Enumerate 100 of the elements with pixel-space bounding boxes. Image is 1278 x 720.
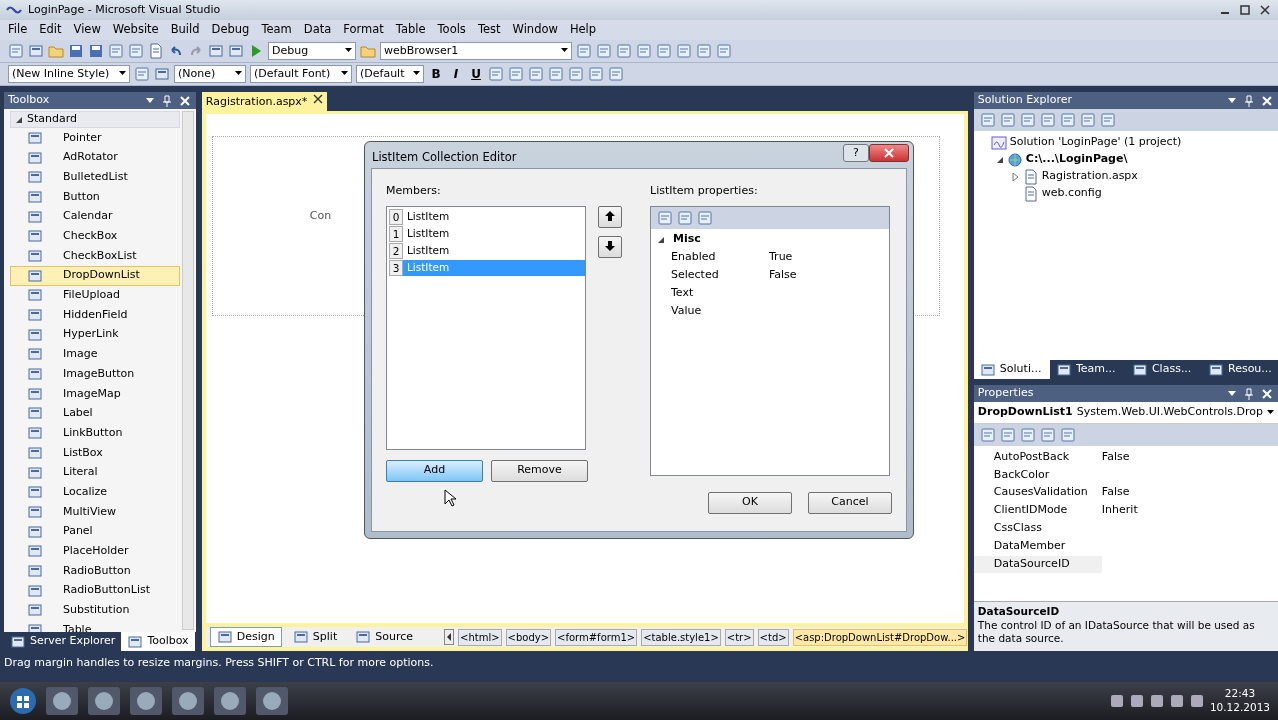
close-icon[interactable] [1260,93,1274,108]
toolbox-item[interactable]: Calendar [10,206,180,227]
remove-button[interactable]: Remove [491,459,588,482]
pin-icon[interactable] [1242,93,1256,108]
toolbox-item[interactable]: FileUpload [10,285,180,306]
toolbox-item[interactable]: ListBox [10,443,180,463]
menu-item[interactable]: Help [563,21,603,39]
tray-icon[interactable] [1169,694,1184,708]
scroll-left-icon[interactable] [444,629,454,645]
toolbar-icon[interactable] [676,43,692,59]
bold-button[interactable]: B [428,65,444,83]
toolbox-item[interactable]: RadioButton [10,561,180,581]
property-value[interactable]: Inherit [1101,502,1138,519]
property-name[interactable]: DataMember [973,538,1102,555]
find-icon[interactable] [360,43,376,59]
menu-item[interactable]: Data [297,21,338,39]
property-name[interactable]: Text [651,284,769,302]
property-name[interactable]: AutoPostBack [973,448,1102,466]
toolbox-item[interactable]: AdRotator [10,147,180,168]
menu-item[interactable]: Tools [431,21,472,39]
toolbox-item[interactable]: Pointer [10,128,180,148]
toolbar-icon[interactable] [608,66,624,82]
view-tab[interactable]: Split [285,626,345,648]
italic-button[interactable]: I [448,65,464,83]
toolbox-item[interactable]: DropDownList [10,265,180,286]
list-item[interactable]: ListItem [403,243,585,259]
font-size-dropdown[interactable]: (Default [356,65,424,83]
menu-item[interactable]: Build [164,21,206,39]
toolbox-item[interactable]: Panel [10,521,180,542]
menu-item[interactable]: View [67,21,107,39]
property-name[interactable]: Enabled [651,249,769,266]
menu-item[interactable]: Edit [33,21,68,39]
property-name[interactable]: CssClass [973,520,1102,537]
toolbox-item[interactable]: Image [10,344,180,365]
view-tab[interactable]: Source [348,626,420,648]
close-icon[interactable] [1258,4,1272,16]
toolbox-item[interactable]: HyperLink [10,324,180,345]
breadcrumb[interactable]: <body> [505,628,552,646]
property-name[interactable]: Value [651,302,769,320]
toolbox-item[interactable]: ImageButton [10,364,180,384]
view-tab[interactable]: Design [209,626,282,648]
block-format-dropdown[interactable]: (None) [174,65,246,83]
menu-item[interactable]: File [2,21,34,39]
style-dropdown[interactable]: (New Inline Style) [8,65,130,83]
object-selector[interactable]: DropDownList1 System.Web.UI.WebControls.Drop [973,402,1278,424]
toolbox-item[interactable]: Button [10,187,180,207]
menu-item[interactable]: Format [337,21,390,39]
property-name[interactable]: CausesValidation [973,484,1102,501]
toolbar-icon[interactable] [1019,112,1036,128]
window-tab[interactable]: Server Explorer [4,632,122,651]
expanded-icon[interactable] [995,155,1004,164]
property-name[interactable]: Selected [651,267,769,284]
find-dropdown[interactable]: webBrowser1 [380,42,572,60]
toolbox-item[interactable]: Literal [10,462,180,483]
close-button[interactable] [869,144,909,162]
close-icon[interactable] [313,94,324,104]
menu-item[interactable]: Window [506,21,564,39]
property-name[interactable]: ClientIDMode [973,502,1102,519]
toolbar-icon[interactable] [696,43,712,59]
toolbox-item[interactable]: Substitution [10,600,180,621]
maximize-icon[interactable] [1238,4,1252,16]
pin-icon[interactable] [1242,386,1256,401]
window-tab[interactable]: Class... [1125,360,1202,379]
property-name[interactable]: DataSourceID [973,556,1102,573]
menu-item[interactable]: Test [471,21,507,39]
property-value[interactable]: False [1101,484,1130,501]
menu-item[interactable]: Debug [205,21,256,39]
list-item[interactable]: ListItem [403,209,585,225]
menu-item[interactable]: Website [106,21,165,39]
property-value[interactable]: True [769,249,793,266]
close-icon[interactable] [177,93,192,108]
toolbox-item[interactable]: Localize [10,482,180,503]
breadcrumb[interactable]: <html> [458,628,502,646]
move-up-button[interactable] [598,205,622,228]
toolbox-item[interactable]: MultiView [10,502,180,522]
toolbar-icon[interactable] [576,43,592,59]
toolbox-item[interactable]: RadioButtonList [10,580,180,601]
start-button-icon[interactable] [8,686,38,716]
font-dropdown[interactable]: (Default Font) [250,65,352,83]
toolbar-icon[interactable] [716,43,732,59]
toolbar-icon[interactable] [1059,112,1076,128]
tray-icon[interactable] [1189,694,1204,708]
collapsed-icon[interactable] [1011,172,1020,181]
toolbox-item[interactable]: HiddenField [10,305,180,325]
menu-item[interactable]: Table [389,21,432,39]
underline-button[interactable]: U [468,65,484,83]
toolbox-item[interactable]: BulletedList [10,167,180,188]
toolbox-item[interactable]: LinkButton [10,423,180,443]
save-all-icon[interactable] [88,43,104,59]
breadcrumb[interactable]: <asp:DropDownList#DropDow...> [792,628,968,646]
category-header[interactable]: Misc [651,230,889,249]
window-tab[interactable]: Toolbox [121,632,195,651]
tray-icon[interactable] [1149,694,1164,708]
toolbox-item[interactable]: PlaceHolder [10,541,180,562]
close-icon[interactable] [1260,386,1274,401]
property-value[interactable]: False [769,267,797,284]
toolbar-icon[interactable] [999,112,1016,128]
tray-icon[interactable] [1109,694,1124,708]
move-down-button[interactable] [598,235,622,258]
add-button[interactable]: Add [386,459,483,482]
